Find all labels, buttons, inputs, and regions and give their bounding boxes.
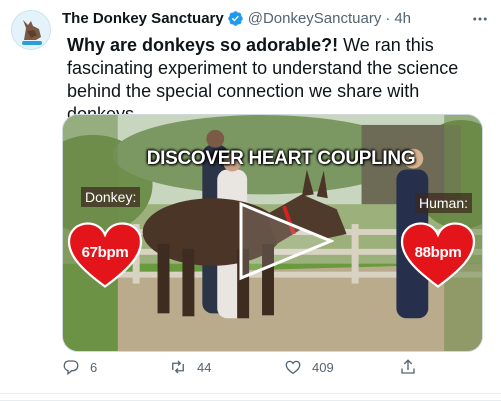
human-heart-rate: 88bpm [400,222,476,288]
tweet[interactable]: The Donkey Sanctuary @DonkeySanctuary · … [0,0,501,401]
author-handle[interactable]: @DonkeySanctuary [248,10,382,27]
overlay-title: DISCOVER HEART COUPLING [146,148,416,169]
separator-dot: · [385,9,391,27]
tweet-text-lead: Why are donkeys so adorable?! [67,35,339,55]
display-name[interactable]: The Donkey Sanctuary [62,10,224,27]
heart-icon [285,360,301,375]
donkey-logo-icon [12,11,50,49]
divider [0,393,501,394]
verified-badge-icon [227,10,243,26]
like-count: 409 [312,359,334,375]
reply-count: 6 [90,359,98,375]
human-label: Human: [415,193,473,213]
like-button[interactable]: 409 [284,358,334,376]
retweet-icon [172,360,184,374]
timestamp[interactable]: 4h [394,10,411,27]
donkey-label: Donkey: [81,187,141,207]
reply-icon [63,360,79,376]
share-button[interactable] [399,358,427,376]
share-icon [401,359,415,374]
action-bar: 6 44 409 [62,358,483,380]
avatar[interactable] [11,10,51,50]
play-icon[interactable] [238,201,334,281]
reply-button[interactable]: 6 [62,358,97,376]
tweet-header: The Donkey Sanctuary @DonkeySanctuary · … [62,8,492,28]
donkey-bpm: 67bpm [81,244,129,261]
retweet-button[interactable]: 44 [169,358,211,376]
tweet-text: Why are donkeys so adorable?! We ran thi… [67,34,487,126]
video-media[interactable]: DISCOVER HEART COUPLING Donkey: Human: 6… [62,114,483,352]
human-bpm: 88bpm [414,244,462,261]
retweet-count: 44 [197,359,212,375]
more-icon[interactable] [471,10,489,28]
donkey-heart-rate: 67bpm [67,222,143,288]
